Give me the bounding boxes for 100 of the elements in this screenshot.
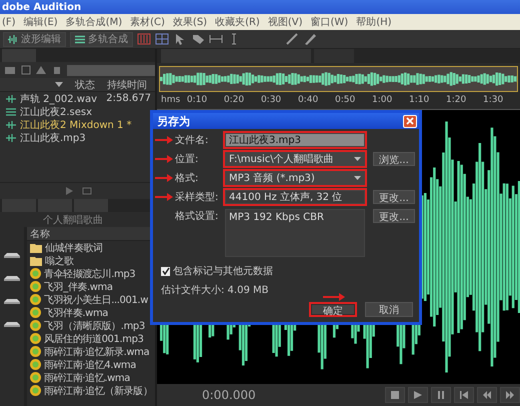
browser-item[interactable]: 嗡之歌 [27,254,155,267]
ruler-label: 0:20 [224,95,246,107]
menu-item[interactable]: 收藏夹(R) [215,15,260,29]
rewind-button[interactable] [477,387,497,403]
dialog-button[interactable]: 更改... [373,209,415,223]
menu-item[interactable]: (F) [2,16,16,28]
mode-button[interactable]: 波形编辑 [3,32,66,46]
ruler-label: 1:10 [409,95,430,107]
grid-icon[interactable] [155,33,169,45]
dialog-button[interactable]: 取消 [365,302,413,317]
checkbox[interactable] [161,266,170,276]
pointer-arrow [155,155,173,163]
disc-icon [30,372,41,383]
loop-icon[interactable] [82,186,92,196]
menu-item[interactable]: 编辑(E) [24,15,58,29]
skip-start-button[interactable] [454,387,474,403]
ruler-label: hms [161,95,182,107]
column-label: 名称 [30,228,50,240]
dialog-button[interactable]: 确定 [309,302,357,317]
file-row[interactable]: 江山此夜.mp3 [0,131,155,144]
input-field[interactable]: 江山此夜3.mp3 [225,133,365,147]
input-field: 44100 Hz 立体声, 32 位 [225,190,365,204]
dropdown[interactable]: F:\music\个人翻唱歌曲 [225,152,365,166]
disc-icon [30,385,41,396]
file-row[interactable]: 江山此夜2.sesx [0,105,155,118]
meter-icon[interactable] [137,33,151,45]
waveform-icon [8,34,18,44]
disc-icon [30,307,41,318]
menu-item[interactable]: 多轨合成(M) [66,15,122,29]
play-button[interactable] [408,387,428,403]
browser-item[interactable]: 雨碎江南·追忆4.wma [27,358,155,371]
browser-item[interactable]: 雨碎江南·追忆.wma [27,371,155,384]
forward-icon [506,391,514,399]
stop-button[interactable] [385,387,405,403]
pencil-icon[interactable] [303,33,317,45]
field-label: 位置: [175,152,200,166]
browser-item[interactable]: 飞羽（清晰原版）.mp3 [27,319,155,332]
menu-item[interactable]: 帮助(H) [356,15,392,29]
tag-icon[interactable] [191,33,205,45]
skip-start-icon [460,391,468,399]
browser-item[interactable]: 风居住的街道001.mp3 [27,332,155,345]
file-row[interactable]: 江山此夜2 Mixdown 1 * [0,118,155,131]
checkbox-option[interactable]: 包含标记与其他元数据 [155,264,415,278]
disc-icon [30,333,41,344]
close-button[interactable] [403,114,417,128]
location-field[interactable]: 个人翻唱歌曲 [40,212,106,226]
browser-item[interactable]: 飞羽伴奏.wma [27,306,155,319]
disc-icon [30,281,41,292]
pointer-arrow [155,136,173,144]
menu-item[interactable]: 视图(V) [268,15,302,29]
menu-item[interactable]: 效果(S) [172,15,208,29]
browser-item[interactable]: 飞羽_伴奏.wma [27,280,155,293]
play-icon[interactable] [64,186,74,196]
input-field: MP3 192 Kbps CBR [225,209,365,257]
browser-item[interactable]: 雨碎江南·追忆（新录版） [27,384,155,397]
document-icon[interactable] [20,65,32,75]
forward-button[interactable] [500,387,520,403]
brush-icon[interactable] [285,33,299,45]
browser-item[interactable]: 仙城伴奏歌词 [27,241,155,254]
caret-icon[interactable] [55,82,63,88]
field-label: 格式: [175,172,200,185]
close-icon [406,117,414,125]
time-display: 0:00.000 [202,388,256,402]
pointer-arrow [155,174,173,182]
ruler-label: 0:40 [298,95,320,107]
menu-item[interactable]: 素材(C) [130,15,165,29]
dropdown[interactable]: MP3 音频 (*.mp3) [225,171,365,185]
waveform-icon [6,120,16,128]
pause-icon [437,391,445,399]
dialog-button[interactable]: 浏览... [373,152,415,166]
pointer-arrow [323,293,345,301]
browser-item[interactable]: 雨碎江南·追忆新录.wma [27,345,155,358]
slip-icon[interactable] [209,33,223,45]
ruler-label: 1:30 [483,95,504,107]
import-icon[interactable] [35,65,48,75]
menu-item[interactable]: 窗口(W) [310,15,348,29]
column-label: 持续时间 [107,78,147,92]
waveform-icon [6,94,16,102]
search-field[interactable] [66,64,155,76]
check-icon [162,267,170,275]
browser-item[interactable]: 青伞轻撷渡忘川.mp3 [27,267,155,280]
ruler-label: 0:50 [334,95,356,107]
open-file-icon[interactable] [4,65,16,75]
ruler-label: 0:30 [260,95,282,107]
stop-icon [391,391,399,399]
play-icon [414,391,422,399]
file-row[interactable]: 声轨 2_002.wav 2:58.677 [0,92,155,105]
browser-item[interactable]: 飞羽祝小美生日...001.w [27,293,155,306]
column-label: 状态 [75,78,95,92]
field-label: 采样类型: [175,190,220,204]
trash-icon[interactable] [51,65,63,75]
ruler-label: 1:20 [446,95,468,107]
mode-button[interactable]: 多轨合成 [70,32,133,46]
window-title: dobe Audition [2,2,82,12]
pause-button[interactable] [431,387,451,403]
pointer-arrow [155,193,173,201]
field-label: 文件名: [175,134,210,147]
caret-icon [354,156,361,162]
dialog-button[interactable]: 更改... [373,190,415,204]
caret-icon [354,176,361,180]
